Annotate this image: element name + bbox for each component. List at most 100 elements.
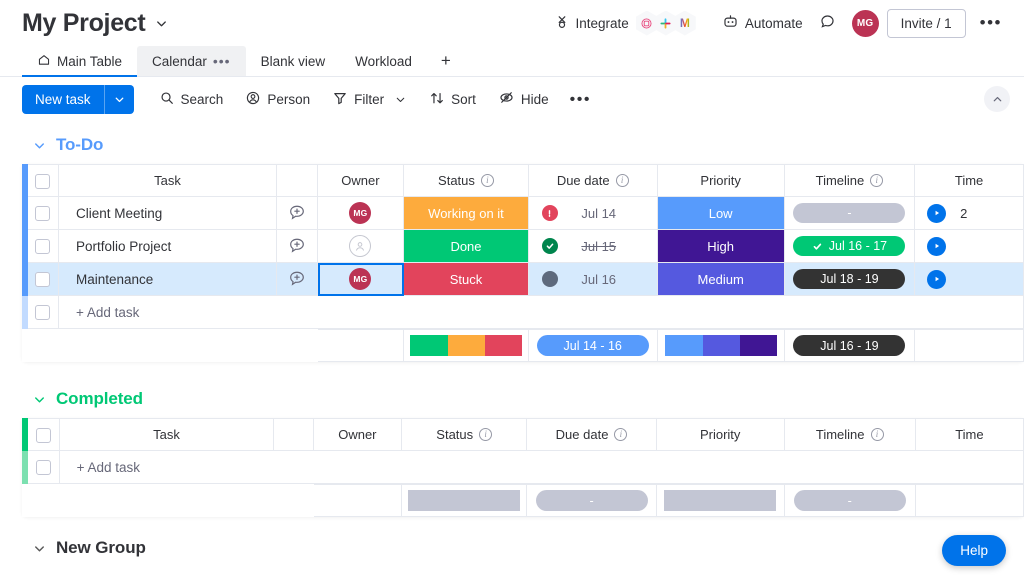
toolbar-more-menu-button[interactable]: •••	[562, 91, 599, 107]
automate-button[interactable]: Automate	[714, 7, 811, 39]
owner-avatar[interactable]: MG	[349, 202, 372, 224]
person-filter-button[interactable]: Person	[236, 84, 319, 115]
group-title-label[interactable]: Completed	[56, 389, 143, 409]
integrate-button[interactable]: Integrate	[546, 8, 637, 39]
table-row[interactable]: Maintenance MG Stuck Jul 16 Medium Jul 1…	[22, 263, 1024, 296]
row-checkbox[interactable]	[35, 239, 51, 255]
summary-due-date[interactable]: Jul 14 - 16	[528, 329, 658, 362]
select-all-checkbox-cell[interactable]	[28, 418, 60, 451]
column-header-priority[interactable]: Priority	[656, 418, 785, 451]
cell-task[interactable]: Maintenance	[58, 263, 278, 296]
sort-button[interactable]: Sort	[420, 84, 485, 115]
avatar[interactable]: MG	[851, 9, 879, 37]
summary-timeline[interactable]: -	[784, 484, 916, 517]
tab-blank-view[interactable]: Blank view	[246, 46, 341, 76]
cell-task[interactable]: Client Meeting	[58, 197, 278, 230]
help-button[interactable]: Help	[942, 535, 1006, 566]
cell-chat[interactable]	[277, 230, 318, 263]
tab-workload[interactable]: Workload	[340, 46, 427, 76]
info-icon[interactable]: i	[614, 428, 628, 441]
column-header-owner[interactable]: Owner	[313, 418, 403, 451]
column-header-time-tracking[interactable]: Time	[915, 164, 1024, 197]
board-more-menu-button[interactable]: •••	[972, 13, 1010, 33]
row-checkbox-cell[interactable]	[28, 263, 59, 296]
info-icon[interactable]: i	[870, 174, 884, 187]
column-header-priority[interactable]: Priority	[657, 164, 785, 197]
column-header-status[interactable]: Status i	[404, 164, 529, 197]
info-icon[interactable]: i	[479, 428, 493, 441]
select-all-checkbox-cell[interactable]	[28, 164, 59, 197]
add-task-row[interactable]: + Add task	[22, 451, 1024, 484]
row-checkbox-cell[interactable]	[28, 197, 59, 230]
cell-status[interactable]: Working on it	[404, 197, 529, 230]
cell-timeline[interactable]: Jul 16 - 17	[784, 230, 916, 263]
tab-main-table[interactable]: Main Table	[22, 46, 138, 77]
column-header-due-date[interactable]: Due date i	[527, 418, 657, 451]
group-collapse-icon[interactable]	[32, 138, 47, 153]
row-checkbox[interactable]	[35, 206, 51, 222]
column-header-task[interactable]: Task	[59, 418, 275, 451]
cell-due-date[interactable]: Jul 16	[528, 263, 658, 296]
group-title-label[interactable]: To-Do	[56, 135, 103, 155]
summary-priority[interactable]	[657, 329, 785, 362]
column-header-timeline[interactable]: Timeline i	[784, 164, 916, 197]
column-header-timeline[interactable]: Timeline i	[784, 418, 916, 451]
select-all-checkbox[interactable]	[35, 173, 51, 189]
cell-priority[interactable]: Low	[657, 197, 785, 230]
add-task-label[interactable]: + Add task	[59, 305, 1023, 320]
info-icon[interactable]: i	[480, 174, 494, 187]
hide-button[interactable]: Hide	[489, 83, 558, 115]
cell-priority[interactable]: High	[657, 230, 785, 263]
summary-priority[interactable]	[656, 484, 785, 517]
cell-timeline[interactable]: -	[784, 197, 916, 230]
cell-owner[interactable]: MG	[317, 197, 405, 230]
group-collapse-icon[interactable]	[32, 392, 47, 407]
cell-due-date[interactable]: Jul 15	[528, 230, 658, 263]
play-icon[interactable]	[927, 236, 947, 256]
board-title-dropdown-icon[interactable]	[154, 16, 169, 31]
cell-owner[interactable]: MG	[317, 263, 405, 296]
filter-dropdown-icon[interactable]	[394, 93, 407, 106]
info-icon[interactable]: i	[870, 428, 884, 441]
play-icon[interactable]	[927, 203, 947, 223]
cell-status[interactable]: Done	[404, 230, 529, 263]
add-task-row[interactable]: + Add task	[22, 296, 1024, 329]
new-task-button[interactable]: New task	[22, 84, 134, 114]
chat-button[interactable]	[811, 7, 844, 39]
summary-status[interactable]	[402, 484, 528, 517]
cell-time-tracking[interactable]	[915, 230, 1024, 263]
table-row[interactable]: Client Meeting MG Working on it Jul 14 L…	[22, 197, 1024, 230]
add-task-label[interactable]: + Add task	[60, 460, 1023, 475]
column-header-task[interactable]: Task	[58, 164, 278, 197]
add-task-cell[interactable]: + Add task	[58, 296, 1024, 329]
cell-chat[interactable]	[277, 197, 318, 230]
row-checkbox[interactable]	[35, 272, 51, 288]
cell-time-tracking[interactable]	[915, 263, 1024, 296]
play-icon[interactable]	[927, 269, 947, 289]
owner-avatar[interactable]: MG	[349, 268, 372, 290]
cell-timeline[interactable]: Jul 18 - 19	[784, 263, 916, 296]
cell-task[interactable]: Portfolio Project	[58, 230, 278, 263]
group-collapse-icon[interactable]	[32, 541, 47, 556]
column-header-owner[interactable]: Owner	[317, 164, 405, 197]
tab-calendar[interactable]: Calendar •••	[137, 46, 246, 76]
summary-status[interactable]	[404, 329, 529, 362]
filter-button[interactable]: Filter	[323, 84, 416, 115]
info-icon[interactable]: i	[615, 174, 629, 187]
column-header-time-tracking[interactable]: Time	[915, 418, 1024, 451]
cell-time-tracking[interactable]: 2	[915, 197, 1024, 230]
select-all-checkbox[interactable]	[35, 427, 51, 443]
add-view-button[interactable]: +	[427, 46, 465, 76]
add-comment-icon[interactable]	[288, 205, 306, 224]
gmail-app-icon[interactable]: M	[673, 10, 696, 36]
summary-due-date[interactable]: -	[527, 484, 657, 517]
add-task-cell[interactable]: + Add task	[59, 451, 1024, 484]
cell-due-date[interactable]: Jul 14	[528, 197, 658, 230]
add-comment-icon[interactable]	[288, 238, 306, 257]
add-comment-icon[interactable]	[288, 271, 306, 290]
cell-priority[interactable]: Medium	[657, 263, 785, 296]
tab-calendar-menu-icon[interactable]: •••	[213, 54, 231, 68]
add-task-checkbox-cell[interactable]	[28, 451, 60, 484]
summary-timeline[interactable]: Jul 16 - 19	[784, 329, 916, 362]
group-title-label[interactable]: New Group	[56, 538, 146, 558]
